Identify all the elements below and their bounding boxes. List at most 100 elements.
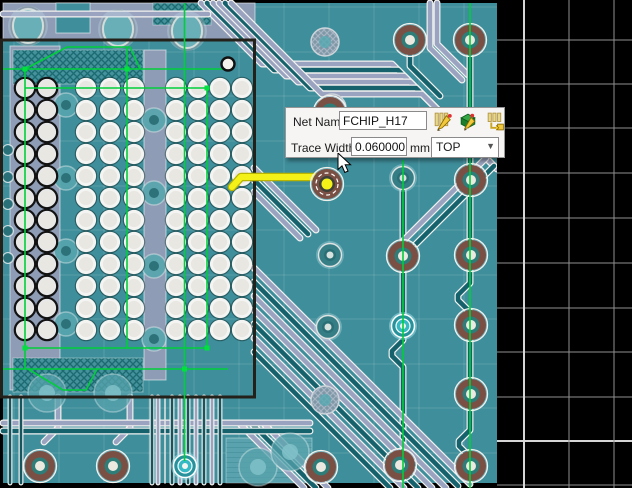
- bga-pad: [209, 143, 231, 165]
- ratsnest-node: [22, 66, 28, 72]
- via-halo: [167, 11, 207, 51]
- via-hatch: [310, 27, 340, 57]
- bga-pad: [123, 297, 145, 319]
- pad-halo: [167, 11, 207, 51]
- bga-pad: [209, 77, 231, 99]
- mini-via: [3, 172, 13, 182]
- via-brown: [453, 307, 489, 343]
- via-brown: [303, 449, 339, 485]
- via-brown: [453, 162, 489, 198]
- bga-pad-group: [74, 76, 146, 342]
- pad-halo: [98, 9, 138, 49]
- bga-pad: [231, 209, 253, 231]
- bga-pad: [75, 231, 97, 253]
- hatched-region: [12, 49, 144, 85]
- bga-pad: [187, 187, 209, 209]
- bga-pad: [75, 99, 97, 121]
- bga-pad: [209, 187, 231, 209]
- trace-properties-popup[interactable]: Net Name FCHIP_H17 Trace Width 0.060000 …: [285, 107, 505, 158]
- bga-pad: [99, 275, 121, 297]
- bga-pad: [231, 297, 253, 319]
- bga-pad: [209, 121, 231, 143]
- via-mini: [2, 144, 14, 156]
- drag-trace-icon[interactable]: [485, 111, 506, 135]
- bga-pad: [209, 253, 231, 275]
- via-brown: [453, 237, 489, 273]
- bga-pad: [99, 187, 121, 209]
- bga-pad: [99, 143, 121, 165]
- mini-via: [3, 253, 13, 263]
- via: [182, 463, 188, 469]
- bga-pad: [37, 232, 57, 252]
- via: [466, 175, 476, 185]
- via-gapdot: [141, 107, 167, 133]
- mouse-cursor: [337, 153, 352, 174]
- mini-via: [3, 226, 13, 236]
- via-brown: [22, 448, 58, 484]
- via: [326, 251, 334, 259]
- bga-pad: [99, 297, 121, 319]
- via: [35, 461, 45, 471]
- via: [466, 320, 476, 330]
- layer-select[interactable]: TOP ▼: [431, 137, 499, 158]
- bga-pad: [99, 165, 121, 187]
- edit-trace-icon[interactable]: [432, 111, 453, 135]
- via: [466, 461, 476, 471]
- via-brown: [453, 448, 489, 484]
- bga-pad: [75, 297, 97, 319]
- via-gapdot: [141, 180, 167, 206]
- via-teal: [316, 241, 344, 269]
- bga-pad: [209, 275, 231, 297]
- bga-pad: [123, 187, 145, 209]
- soft-pad: [250, 459, 266, 475]
- bga-pad: [165, 143, 187, 165]
- soft-pad: [282, 444, 298, 460]
- bga-pad: [187, 143, 209, 165]
- via: [466, 389, 476, 399]
- bga-pad: [209, 99, 231, 121]
- edit-part-icon[interactable]: [458, 111, 479, 135]
- bga-pad: [165, 275, 187, 297]
- bga-pad: [209, 297, 231, 319]
- via-brown: [453, 376, 489, 412]
- filler-pad: [149, 261, 159, 271]
- bga-pad: [209, 209, 231, 231]
- bga-pad: [231, 99, 253, 121]
- net-name-input[interactable]: [339, 111, 427, 130]
- bga-pad: [165, 99, 187, 121]
- via-soft: [93, 373, 133, 413]
- grid-panel: [497, 0, 632, 488]
- bga-pad: [37, 122, 57, 142]
- via-halo: [98, 9, 138, 49]
- bga-pad: [165, 231, 187, 253]
- ratsnest-node: [204, 85, 210, 91]
- via: [405, 35, 415, 45]
- bga-pad: [75, 275, 97, 297]
- filler-pad: [61, 319, 71, 329]
- bga-pad: [123, 209, 145, 231]
- bga-pad: [231, 253, 253, 275]
- ratsnest-node: [182, 366, 187, 372]
- bga-pad: [231, 187, 253, 209]
- pcb-editor-window: Net Name FCHIP_H17 Trace Width 0.060000 …: [0, 0, 632, 488]
- bga-pad: [231, 319, 253, 341]
- ratsnest-node: [204, 345, 210, 351]
- bga-pad: [165, 319, 187, 341]
- pcb-objects: [0, 0, 632, 488]
- bga-pad: [231, 275, 253, 297]
- via-brown: [95, 448, 131, 484]
- hatched-via: [319, 36, 331, 48]
- pcb-canvas[interactable]: [0, 0, 632, 488]
- bga-pad: [187, 231, 209, 253]
- via-gapdot: [141, 253, 167, 279]
- bga-pad: [99, 253, 121, 275]
- bga-pad: [37, 166, 57, 186]
- ratsnest-node: [22, 345, 28, 351]
- bga-pad: [165, 209, 187, 231]
- bga-pad: [187, 319, 209, 341]
- trace-width-input[interactable]: [351, 137, 407, 156]
- via-soft: [270, 432, 310, 472]
- bga-pad: [75, 121, 97, 143]
- via: [108, 461, 118, 471]
- bga-pad: [75, 143, 97, 165]
